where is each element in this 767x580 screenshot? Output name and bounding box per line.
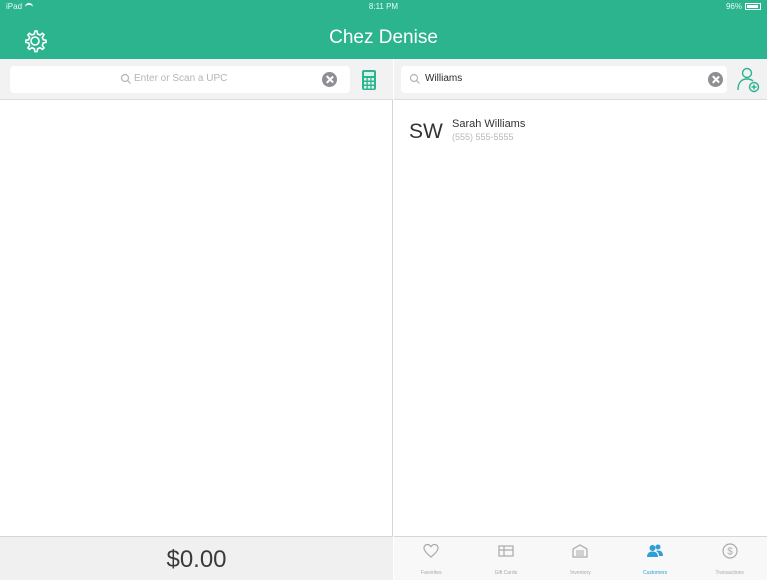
header-bar: iPad 8:11 PM 96% Chez Denise (0, 0, 767, 59)
calculator-icon[interactable] (361, 69, 377, 91)
search-icon (120, 73, 131, 84)
search-icon (409, 73, 420, 84)
inventory-icon (572, 544, 589, 558)
status-time: 8:11 PM (368, 2, 399, 11)
status-bar: iPad 8:11 PM 96% (0, 0, 767, 14)
upc-search-row: Enter or Scan a UPC (0, 59, 393, 100)
customer-phone: (555) 555-5555 (452, 132, 514, 142)
customer-list-item[interactable]: SW Sarah Williams (555) 555-5555 (394, 106, 767, 156)
heart-icon (423, 543, 439, 558)
svg-text:$: $ (727, 547, 733, 558)
customer-search-clear-icon[interactable] (708, 72, 723, 87)
app-window: iPad 8:11 PM 96% Chez Denise Enter or Sc… (0, 0, 767, 580)
tab-label: Favorites (421, 570, 442, 576)
total-amount: $0.00 (166, 546, 227, 573)
total-bar[interactable]: $0.00 (0, 536, 393, 580)
upc-clear-icon[interactable] (322, 72, 337, 87)
battery-icon (745, 3, 761, 10)
customer-search-row: Williams (394, 59, 767, 100)
gift-card-icon (498, 545, 514, 557)
add-customer-icon[interactable] (736, 66, 760, 94)
tab-bar: Favorites Gift Cards Inventory Customers… (394, 536, 767, 580)
customer-initials: SW (409, 120, 443, 143)
tab-inventory[interactable]: Inventory (543, 537, 618, 580)
customers-pane: Williams SW Sarah Williams (555) 555-555… (394, 59, 767, 580)
tab-transactions[interactable]: $ Transactions (692, 537, 767, 580)
tab-label: Transactions (715, 570, 744, 576)
tab-label: Gift Cards (494, 570, 518, 576)
customers-icon (647, 544, 664, 557)
customer-name: Sarah Williams (452, 118, 526, 130)
customer-search-input[interactable]: Williams (401, 66, 727, 93)
upc-placeholder: Enter or Scan a UPC (134, 73, 228, 84)
upc-input[interactable]: Enter or Scan a UPC (10, 66, 350, 93)
cart-pane: Enter or Scan a UPC $0.00 (0, 59, 393, 580)
tab-customers[interactable]: Customers (618, 537, 693, 580)
tab-favorites[interactable]: Favorites (394, 537, 469, 580)
customer-search-value: Williams (425, 73, 463, 84)
dollar-icon: $ (722, 543, 738, 559)
app-title: Chez Denise (329, 27, 438, 48)
tab-gift-cards[interactable]: Gift Cards (469, 537, 544, 580)
tab-label: Inventory (570, 570, 591, 576)
status-battery: 96% (726, 2, 761, 11)
tab-label: Customers (642, 570, 668, 576)
